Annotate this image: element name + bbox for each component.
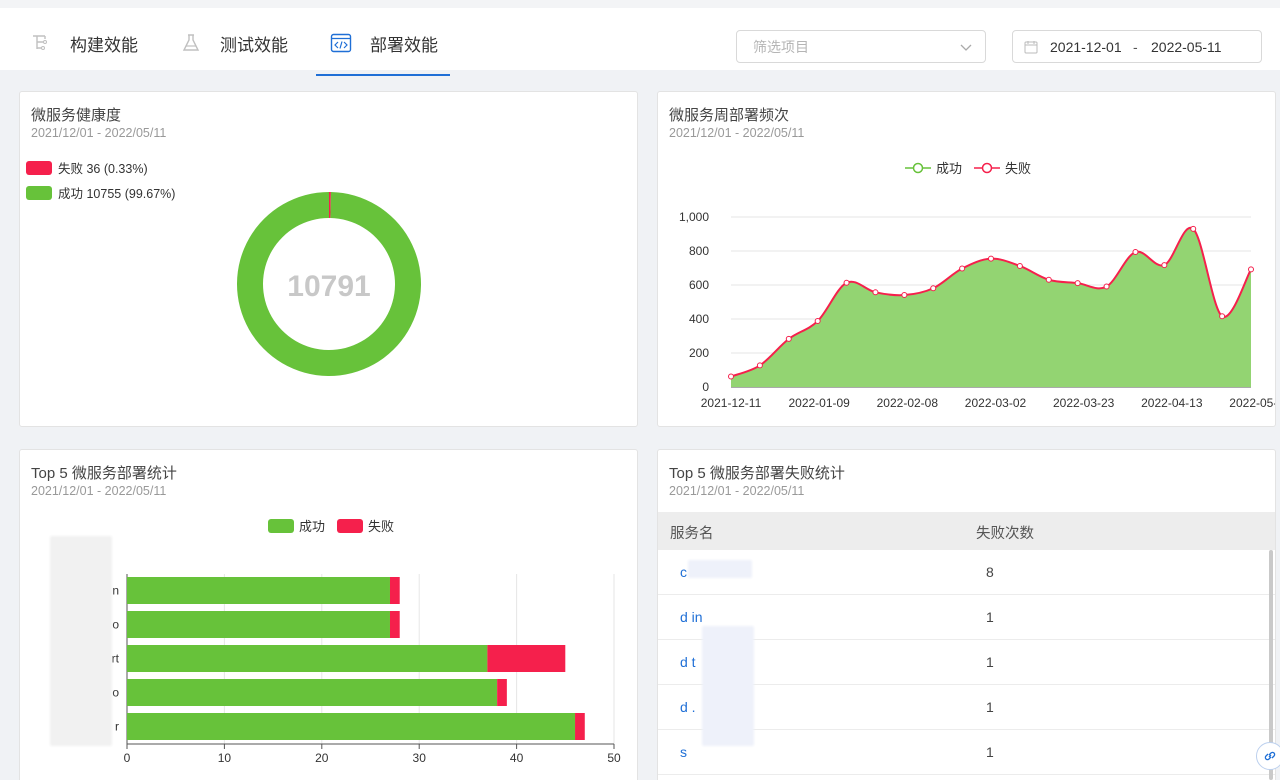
y-tick-label: 800 [689, 244, 709, 258]
data-point [872, 289, 879, 296]
bar-success [127, 713, 576, 740]
data-point [1248, 266, 1254, 273]
bar-success [127, 611, 390, 638]
x-tick-label: 2022-04-13 [1141, 396, 1203, 410]
top-nav-bar: 构建效能 测试效能 部署效能 筛选项目 2021-12-01 - 2022-05… [0, 0, 1280, 76]
bar-success [127, 577, 390, 604]
y-category-label: r [115, 720, 119, 734]
x-tick-label: 2021-12-11 [701, 396, 762, 410]
service-link[interactable]: c [680, 564, 687, 580]
fail-count: 1 [986, 744, 994, 760]
tab-deploy[interactable]: 部署效能 [330, 16, 438, 70]
data-point [785, 335, 792, 342]
col-service[interactable]: 服务名 [670, 522, 714, 543]
data-point [1161, 262, 1168, 269]
service-link[interactable]: d t [680, 654, 696, 670]
link-float-button[interactable] [1256, 742, 1280, 770]
date-separator: - [1133, 39, 1138, 55]
data-point [988, 255, 994, 262]
weekly-area-chart: 0 200 400 600 800 1,000 2021-12-11 2022-01-09 20… [679, 210, 1276, 410]
tab-build[interactable]: 构建效能 [30, 16, 138, 70]
health-card: 微服务健康度 2021/12/01 - 2022/05/11 失败 36 (0.… [19, 91, 638, 427]
fail-count: 1 [986, 699, 994, 715]
x-tick-label: 20 [315, 751, 329, 765]
data-point [1190, 225, 1197, 232]
service-link[interactable]: d in [680, 609, 703, 625]
series-area-success [731, 227, 1251, 387]
fail-count: 1 [986, 654, 994, 670]
top5-fail-card: Top 5 微服务部署失败统计 2021/12/01 - 2022/05/11 … [657, 449, 1276, 780]
date-end[interactable]: 2022-05-11 [1151, 39, 1222, 55]
y-category-label: o [112, 618, 119, 632]
tab-test[interactable]: 测试效能 [180, 16, 288, 70]
project-filter-placeholder: 筛选项目 [753, 38, 809, 55]
data-point [1219, 313, 1226, 320]
date-start[interactable]: 2021-12-01 [1050, 39, 1122, 55]
data-point [843, 279, 850, 286]
x-tick-label: 2022-03-02 [965, 396, 1027, 410]
calendar-icon [1024, 41, 1038, 54]
service-link[interactable]: s [680, 744, 687, 760]
data-point [814, 318, 821, 325]
y-tick-label: 600 [689, 278, 709, 292]
top5fail-title: Top 5 微服务部署失败统计 [669, 465, 845, 482]
top5-card: Top 5 微服务部署统计 2021/12/01 - 2022/05/11 成功… [19, 449, 638, 780]
y-category-label: rt [112, 652, 120, 666]
data-point [1103, 283, 1110, 290]
redacted-names [702, 626, 754, 746]
fail-count: 1 [986, 609, 994, 625]
bar-fail [575, 713, 585, 740]
weekly-card: 微服务周部署频次 2021/12/01 - 2022/05/11 成功 失败 0… [657, 91, 1276, 427]
service-link[interactable]: d . [680, 699, 696, 715]
y-tick-label: 200 [689, 346, 709, 360]
y-tick-label: 400 [689, 312, 709, 326]
active-tab-indicator [316, 74, 450, 76]
x-tick-label: 10 [218, 751, 232, 765]
x-tick-label: 2022-03-23 [1053, 396, 1115, 410]
y-tick-label: 1,000 [679, 210, 709, 224]
fail-count: 8 [986, 564, 994, 580]
x-tick-label: 2022-05-04 [1229, 396, 1276, 410]
build-tree-icon [30, 32, 52, 54]
tab-test-label: 测试效能 [220, 35, 288, 55]
redacted-labels [50, 536, 112, 746]
project-filter-select[interactable]: 筛选项目 [736, 30, 986, 63]
data-point [1074, 280, 1081, 287]
bar-fail [389, 611, 400, 638]
redacted-name [688, 560, 752, 578]
link-icon [1264, 751, 1276, 761]
x-tick-label: 30 [413, 751, 427, 765]
x-tick-label: 50 [607, 751, 621, 765]
data-point [728, 373, 734, 380]
chevron-down-icon [960, 44, 972, 51]
tab-deploy-label: 部署效能 [370, 35, 438, 55]
top5fail-range: 2021/12/01 - 2022/05/11 [669, 484, 805, 498]
x-tick-label: 2022-01-09 [788, 396, 850, 410]
bar-success [127, 645, 488, 672]
date-range-picker[interactable]: 2021-12-01 - 2022-05-11 [1012, 30, 1262, 63]
x-tick-label: 2022-02-08 [877, 396, 939, 410]
x-tick-label: 40 [510, 751, 524, 765]
health-donut-chart: 10791 [236, 192, 421, 376]
col-fail-count[interactable]: 失败次数 [976, 522, 1034, 543]
data-point [930, 285, 937, 292]
data-point [959, 265, 966, 272]
code-deploy-icon [330, 32, 352, 54]
data-point [1045, 276, 1052, 283]
tab-build-label: 构建效能 [70, 35, 138, 55]
data-point [1132, 249, 1139, 256]
top5-bar-chart: 01020304050c n o rtda o r [96, 574, 621, 765]
bar-success [127, 679, 498, 706]
table-header: 服务名 失败次数 [658, 512, 1275, 550]
bar-fail [487, 645, 566, 672]
data-point [901, 292, 908, 299]
x-tick-label: 0 [124, 751, 131, 765]
y-tick-label: 0 [702, 380, 709, 394]
data-point [1016, 262, 1023, 269]
data-point [756, 362, 763, 369]
flask-icon [180, 32, 202, 54]
bar-fail [389, 577, 400, 604]
bar-fail [497, 679, 507, 706]
donut-center-total: 10791 [287, 270, 370, 303]
